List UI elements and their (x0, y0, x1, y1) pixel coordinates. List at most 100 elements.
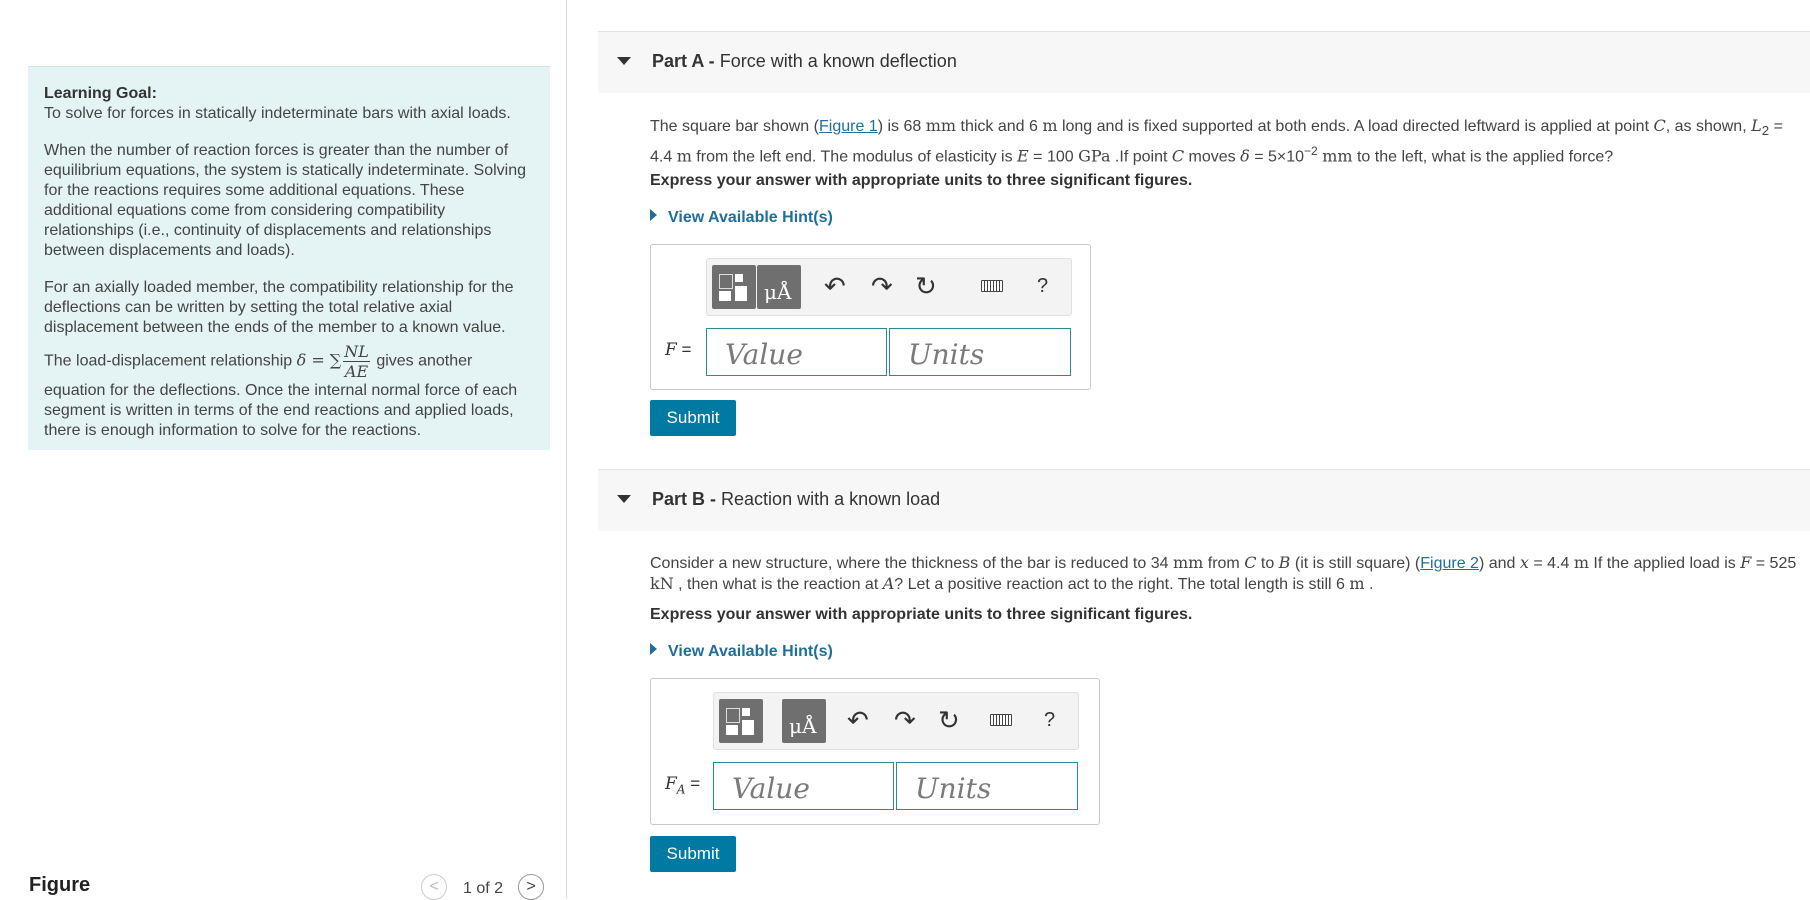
unit: m (676, 146, 692, 166)
expand-triangle-icon (650, 209, 657, 221)
text-run: ? Let a positive reaction act to the rig… (894, 576, 1350, 593)
redo-icon[interactable]: ↷ (894, 705, 916, 736)
figure-1-link[interactable]: Figure 1 (819, 118, 878, 135)
unit: mm (1322, 146, 1353, 166)
variable: E (1017, 146, 1029, 166)
learning-goal-intro: To solve for forces in statically indete… (44, 105, 511, 122)
variable: L (1751, 116, 1762, 135)
formula-denominator: AE (344, 362, 369, 381)
chevron-right-icon: > (526, 878, 536, 895)
subscript: 2 (1761, 123, 1770, 139)
unit: mm (925, 116, 957, 135)
redo-icon[interactable]: ↷ (871, 271, 893, 302)
part-a-value-input[interactable] (706, 328, 887, 376)
formula-numerator: NL (343, 342, 370, 362)
field-variable: F (665, 340, 677, 360)
variable: A (882, 574, 895, 593)
unit: mm (1172, 553, 1204, 572)
text-run: , then what is the reaction at (673, 576, 883, 593)
variable: C (1244, 553, 1257, 572)
part-b-value-input[interactable] (713, 762, 894, 810)
learning-goal-paragraph-3: The load-displacement relationship δ = ∑… (44, 342, 534, 441)
unit: GPa (1078, 146, 1111, 166)
unit: m (1349, 574, 1365, 593)
part-a-title: Part A - Force with a known deflection (652, 51, 957, 72)
text-run: to the left, what is the applied force? (1352, 148, 1614, 166)
text-run: (it is still square) ( (1290, 555, 1421, 572)
text-run: Consider a new structure, where the thic… (650, 555, 1173, 572)
text-run: to (1256, 555, 1279, 572)
units-icon: μÅ (789, 714, 817, 738)
text-run: . (1364, 576, 1374, 593)
chevron-left-icon: < (429, 878, 439, 895)
text-run: .If point (1110, 148, 1172, 166)
text-run: from the left end. The modulus of elasti… (691, 148, 1018, 166)
text-run: = 100 (1028, 148, 1079, 166)
templates-button[interactable] (712, 265, 756, 309)
text-run: = 4.4 (1528, 555, 1574, 572)
keyboard-icon[interactable] (981, 280, 1003, 292)
help-icon[interactable]: ? (1044, 709, 1055, 732)
part-b-problem-text: Consider a new structure, where the thic… (650, 553, 1800, 595)
exponent: −2 (1304, 144, 1318, 159)
expand-triangle-icon (650, 643, 657, 655)
keyboard-icon[interactable] (990, 714, 1012, 726)
unit: kN (650, 574, 674, 593)
part-a-prefix: Part A - (652, 51, 715, 71)
column-divider (566, 0, 567, 898)
learning-goal-title: Learning Goal: (44, 85, 157, 102)
collapse-caret-icon[interactable] (617, 57, 631, 65)
part-a-express-instruction: Express your answer with appropriate uni… (650, 172, 1193, 189)
templates-button[interactable] (719, 699, 763, 743)
units-button[interactable]: μÅ (757, 265, 801, 309)
variable: δ (1240, 146, 1250, 166)
part-a-hint-toggle[interactable]: View Available Hint(s) (650, 209, 833, 227)
text-run: ) is 68 (877, 118, 926, 135)
text-run: = 5×10 (1249, 148, 1305, 166)
part-b-units-input[interactable] (896, 762, 1078, 810)
figure-next-button[interactable]: > (518, 874, 544, 900)
undo-icon[interactable]: ↶ (847, 705, 869, 736)
paragraph-3-lead: The load-displacement relationship (44, 352, 293, 370)
part-a-units-input[interactable] (889, 328, 1071, 376)
part-b-prefix: Part B - (652, 489, 717, 509)
unit: m (1573, 553, 1589, 572)
field-variable: F (665, 774, 677, 794)
part-b-answer-box: μÅ ↶ ↷ ↻ ? FA = (650, 678, 1100, 825)
left-panel: Learning Goal: To solve for forces in st… (0, 0, 566, 900)
part-a-submit-button[interactable]: Submit (650, 400, 736, 436)
text-run: long and is fixed supported at both ends… (1057, 118, 1654, 135)
text-run: The square bar shown ( (650, 118, 819, 135)
reset-icon[interactable]: ↻ (915, 271, 937, 302)
figure-2-link[interactable]: Figure 2 (1420, 555, 1479, 572)
part-a-title-text: Force with a known deflection (719, 51, 957, 71)
collapse-caret-icon[interactable] (617, 495, 631, 503)
part-b-hint-label: View Available Hint(s) (668, 643, 833, 660)
part-a-problem-text: The square bar shown (Figure 1) is 68 mm… (650, 116, 1800, 168)
field-equals: = (676, 340, 692, 359)
help-icon[interactable]: ? (1037, 275, 1048, 298)
variable: C (1653, 116, 1666, 135)
text-run: If the applied load is (1588, 555, 1741, 572)
undo-icon[interactable]: ↶ (824, 271, 846, 302)
text-run: from (1203, 555, 1245, 572)
text-run: ) and (1478, 555, 1520, 572)
variable: F (1740, 553, 1752, 572)
units-icon: μÅ (764, 280, 792, 304)
variable: C (1171, 146, 1185, 166)
figure-prev-button[interactable]: < (421, 874, 447, 900)
part-b-header[interactable]: Part B - Reaction with a known load (598, 469, 1810, 531)
part-b-math-toolbar: μÅ ↶ ↷ ↻ ? (713, 692, 1079, 750)
part-a-field-label: F = (665, 340, 691, 360)
learning-goal-box: Learning Goal: To solve for forces in st… (28, 66, 550, 450)
part-a-header[interactable]: Part A - Force with a known deflection (598, 31, 1810, 93)
part-b-hint-toggle[interactable]: View Available Hint(s) (650, 643, 833, 661)
variable: x (1519, 553, 1529, 572)
learning-goal-paragraph-1: When the number of reaction forces is gr… (44, 142, 527, 259)
part-b-submit-button[interactable]: Submit (650, 836, 736, 872)
field-equals: = (685, 774, 701, 793)
units-button[interactable]: μÅ (782, 699, 826, 743)
text-run: moves (1184, 148, 1241, 166)
reset-icon[interactable]: ↻ (938, 705, 960, 736)
figure-pager-text: 1 of 2 (463, 880, 504, 897)
